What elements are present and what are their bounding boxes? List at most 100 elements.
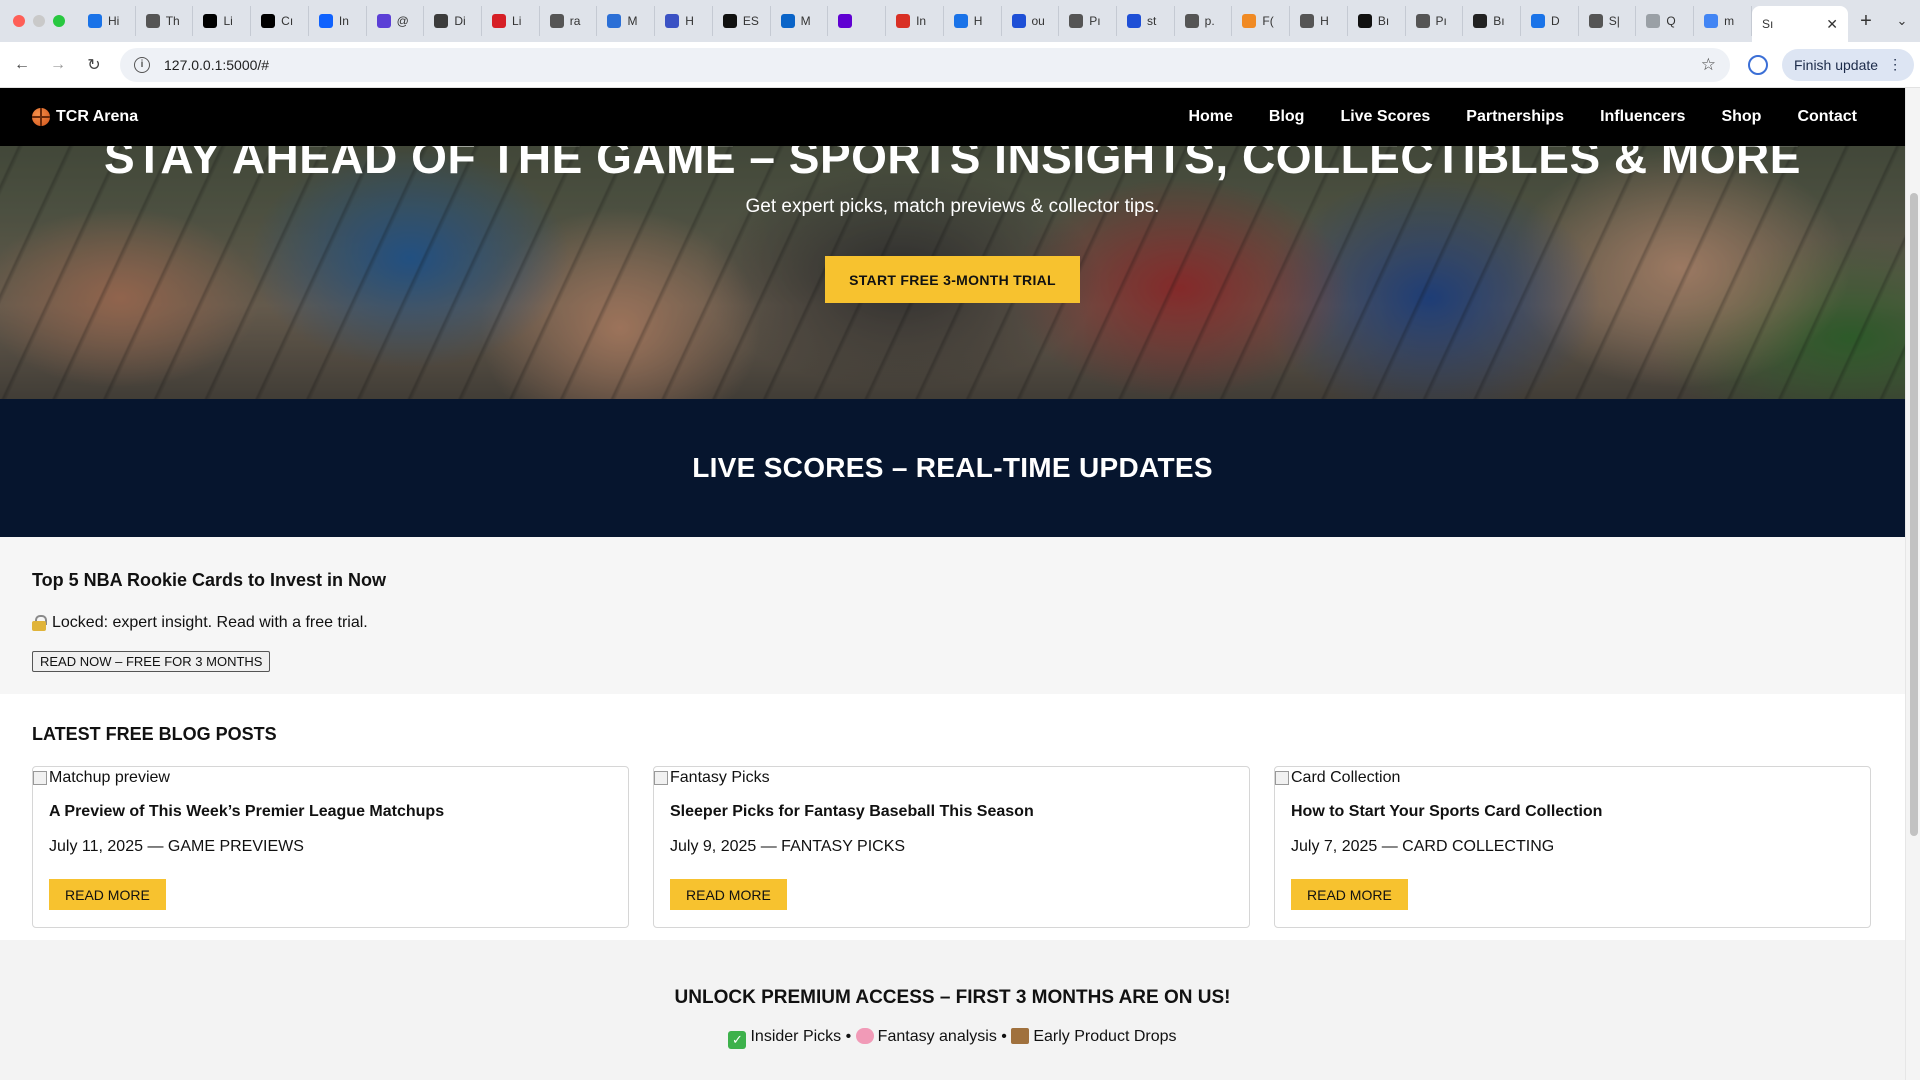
bookmark-star-icon[interactable]: ☆ bbox=[1701, 55, 1716, 75]
browser-tab[interactable]: Cı bbox=[251, 6, 309, 36]
browser-tab[interactable]: Hi bbox=[78, 6, 136, 36]
drive-icon bbox=[88, 14, 102, 28]
app-icon bbox=[1242, 14, 1257, 28]
nav-link-partnerships[interactable]: Partnerships bbox=[1466, 108, 1564, 126]
browser-tab[interactable]: ra bbox=[540, 6, 598, 36]
browser-tab[interactable]: In bbox=[886, 6, 944, 36]
nav-link-shop[interactable]: Shop bbox=[1721, 108, 1761, 126]
profile-icon[interactable] bbox=[1748, 54, 1768, 75]
app-icon bbox=[1357, 14, 1372, 28]
blog-card-title: A Preview of This Week’s Premier League … bbox=[49, 803, 445, 820]
locked-note: Locked: expert insight. Read with a free… bbox=[32, 614, 368, 632]
gmail-icon bbox=[896, 14, 911, 28]
tab-search-chevron-icon[interactable]: ⌄ bbox=[1884, 13, 1920, 29]
browser-tab[interactable]: ou bbox=[1002, 6, 1060, 36]
site-info-icon[interactable]: i bbox=[134, 56, 150, 73]
perk-separator: • bbox=[996, 1028, 1012, 1045]
read-now-button[interactable]: READ NOW – FREE FOR 3 MONTHS bbox=[32, 651, 271, 672]
premium-perks: ✓ Insider Picks • Fantasy analysis • Earl… bbox=[0, 1028, 1905, 1049]
brand-logo[interactable]: TCR Arena bbox=[32, 108, 138, 126]
browser-tab[interactable]: Pı bbox=[1059, 6, 1117, 36]
blog-card-image[interactable]: Fantasy Picks bbox=[654, 769, 770, 787]
active-tab[interactable]: Sı ✕ bbox=[1752, 6, 1848, 42]
nav-link-influencers[interactable]: Influencers bbox=[1600, 108, 1685, 126]
basketball-icon bbox=[32, 108, 50, 126]
browser-tab[interactable]: ES bbox=[713, 6, 771, 36]
browser-tab[interactable] bbox=[828, 6, 887, 36]
broken-image-icon bbox=[1275, 771, 1289, 785]
drive-icon bbox=[953, 14, 968, 28]
close-tab-icon[interactable]: ✕ bbox=[1826, 16, 1838, 33]
perk-text: Early Product Drops bbox=[1033, 1028, 1177, 1045]
browser-tab-label: M bbox=[627, 14, 638, 28]
close-window-button[interactable] bbox=[13, 15, 25, 27]
browser-tab[interactable]: H bbox=[655, 6, 713, 36]
browser-tab[interactable]: @ bbox=[367, 6, 425, 36]
google-icon bbox=[1704, 14, 1719, 28]
read-more-button[interactable]: READ MORE bbox=[670, 879, 787, 910]
active-tab-label: Sı bbox=[1762, 17, 1774, 31]
yahoo-icon bbox=[838, 14, 853, 28]
browser-tab-label: st bbox=[1146, 14, 1157, 28]
browser-tab-label: Li bbox=[223, 14, 233, 28]
browser-tab[interactable]: p. bbox=[1175, 6, 1233, 36]
browser-tab[interactable]: Q bbox=[1636, 6, 1695, 36]
browser-tab-label: Li bbox=[512, 14, 522, 28]
read-more-button[interactable]: READ MORE bbox=[1291, 879, 1408, 910]
blog-card-title: How to Start Your Sports Card Collection bbox=[1291, 803, 1603, 820]
blog-card-image-alt: Matchup preview bbox=[49, 769, 170, 786]
page-scrollbar[interactable] bbox=[1905, 88, 1920, 1080]
browser-tab[interactable]: H bbox=[944, 6, 1002, 36]
browser-tab[interactable]: S| bbox=[1579, 6, 1637, 36]
browser-tab-label: Di bbox=[454, 14, 466, 28]
browser-tab[interactable]: H bbox=[1290, 6, 1348, 36]
minimize-window-button[interactable] bbox=[33, 15, 45, 27]
browser-tab[interactable]: Li bbox=[482, 6, 540, 36]
perk-separator: • bbox=[841, 1028, 856, 1045]
page-viewport: STAY AHEAD OF THE GAME – SPORTS INSIGHTS… bbox=[0, 88, 1905, 1080]
perk-text: Insider Picks bbox=[750, 1028, 842, 1045]
gear-icon bbox=[665, 14, 680, 28]
blog-card-title: Sleeper Picks for Fantasy Baseball This … bbox=[670, 803, 1034, 820]
url-text[interactable]: 127.0.0.1:5000/# bbox=[164, 57, 269, 73]
blog-card-meta: July 9, 2025 — FANTASY PICKS bbox=[670, 838, 906, 855]
address-bar[interactable]: i 127.0.0.1:5000/# ☆ bbox=[120, 47, 1730, 82]
browser-tab[interactable]: Bı bbox=[1348, 6, 1406, 36]
globe-icon bbox=[549, 14, 564, 28]
browser-tab[interactable]: In bbox=[309, 6, 367, 36]
zoom-window-button[interactable] bbox=[53, 15, 65, 27]
reload-button[interactable]: ↻ bbox=[80, 51, 108, 79]
blog-card: Card Collection How to Start Your Sports … bbox=[1274, 766, 1871, 928]
browser-tab[interactable]: Li bbox=[193, 6, 252, 36]
nav-link-live-scores[interactable]: Live Scores bbox=[1340, 108, 1430, 126]
browser-tab[interactable]: D bbox=[1521, 6, 1579, 36]
finish-update-label: Finish update bbox=[1794, 56, 1879, 73]
more-menu-icon: ⋮ bbox=[1888, 56, 1903, 72]
blog-card-image[interactable]: Matchup preview bbox=[33, 769, 170, 787]
browser-tab[interactable]: m bbox=[1694, 6, 1752, 36]
nav-link-contact[interactable]: Contact bbox=[1797, 108, 1857, 126]
browser-tab[interactable]: st bbox=[1117, 6, 1175, 36]
forward-button[interactable]: → bbox=[44, 51, 72, 79]
browser-tab[interactable]: Di bbox=[424, 6, 483, 36]
app-icon bbox=[1646, 14, 1661, 28]
nav-link-blog[interactable]: Blog bbox=[1269, 108, 1305, 126]
new-tab-button[interactable]: + bbox=[1848, 10, 1884, 33]
read-more-button[interactable]: READ MORE bbox=[49, 879, 166, 910]
app-icon bbox=[1126, 14, 1141, 28]
browser-tab[interactable]: Bı bbox=[1463, 6, 1521, 36]
locked-article-title: Top 5 NBA Rookie Cards to Invest in Now bbox=[32, 570, 387, 590]
wordpress-icon bbox=[434, 14, 449, 28]
app-icon bbox=[1011, 14, 1026, 28]
browser-tab[interactable]: M bbox=[597, 6, 656, 36]
browser-tab[interactable]: Pı bbox=[1406, 6, 1464, 36]
nav-link-home[interactable]: Home bbox=[1188, 108, 1232, 126]
browser-tab[interactable]: F( bbox=[1232, 6, 1291, 36]
finish-update-button[interactable]: Finish update ⋮ bbox=[1782, 48, 1915, 81]
start-trial-button[interactable]: START FREE 3-MONTH TRIAL bbox=[825, 256, 1080, 303]
blog-card-image[interactable]: Card Collection bbox=[1275, 769, 1400, 787]
browser-tab[interactable]: Th bbox=[136, 6, 194, 36]
back-button[interactable]: ← bbox=[8, 51, 36, 79]
scrollbar-thumb[interactable] bbox=[1910, 193, 1918, 836]
browser-tab[interactable]: M bbox=[771, 6, 829, 36]
